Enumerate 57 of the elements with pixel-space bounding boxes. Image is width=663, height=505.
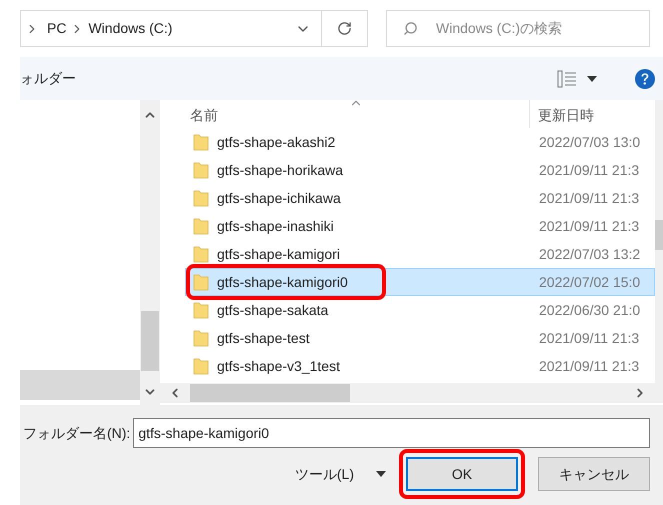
modified-date: 2021/09/11 21:3 <box>538 216 640 236</box>
column-header[interactable]: 更新日時 <box>538 105 594 126</box>
horizontal-scrollbar[interactable] <box>160 383 663 403</box>
folder-icon <box>193 217 209 235</box>
tools-button[interactable]: ツール(L) <box>294 464 386 484</box>
folder-name-field[interactable]: gtfs-shape-kamigori0 <box>133 418 650 448</box>
file-name: gtfs-shape-horikawa <box>217 160 344 180</box>
file-row[interactable]: gtfs-shape-inashiki 2021/09/11 21:3 <box>185 212 655 240</box>
file-name: gtfs-shape-v3_1test <box>217 356 340 376</box>
file-name: gtfs-shape-kamigori0 <box>217 272 348 292</box>
modified-date: 2021/09/11 21:3 <box>538 160 640 180</box>
caret-icon <box>376 471 386 477</box>
refresh-icon <box>337 21 352 36</box>
dialog-button[interactable]: OK <box>406 457 518 491</box>
folder-icon <box>193 245 209 263</box>
details-view-icon[interactable] <box>557 70 577 88</box>
file-name: gtfs-shape-ichikawa <box>217 188 341 208</box>
dialog-button[interactable]: キャンセル <box>538 457 650 491</box>
file-row[interactable]: gtfs-shape-horikawa 2021/09/11 21:3 <box>185 156 655 184</box>
breadcrumb-item[interactable]: PC <box>47 18 66 39</box>
file-row[interactable]: gtfs-shape-kamigori 2022/07/03 13:2 <box>185 240 655 268</box>
folder-icon <box>193 273 209 291</box>
modified-date: 2021/09/11 21:3 <box>538 356 640 376</box>
file-row[interactable]: gtfs-shape-v3_1test 2021/09/11 21:3 <box>185 352 655 380</box>
search-field[interactable]: Windows (C:)の検索 <box>386 10 650 47</box>
folder-icon <box>193 161 209 179</box>
modified-date: 2022/07/03 13:0 <box>538 132 640 152</box>
file-name: gtfs-shape-inashiki <box>217 216 334 236</box>
scrollbar-thumb[interactable] <box>141 311 159 371</box>
modified-date: 2021/09/11 21:3 <box>538 188 640 208</box>
search-icon <box>403 21 418 36</box>
file-row[interactable]: gtfs-shape-sakata 2022/06/30 21:0 <box>185 296 655 324</box>
file-row[interactable]: gtfs-shape-test 2021/09/11 21:3 <box>185 324 655 352</box>
column-header[interactable]: 名前 <box>190 105 218 126</box>
scrollbar[interactable] <box>140 100 160 405</box>
file-row[interactable]: gtfs-shape-akashi2 2022/07/03 13:0 <box>185 128 655 156</box>
breadcrumb-item[interactable]: Windows (C:) <box>88 18 172 39</box>
folder-icon <box>193 189 209 207</box>
file-name: gtfs-shape-kamigori <box>217 244 340 264</box>
modified-date: 2022/07/02 15:0 <box>538 272 640 292</box>
file-row[interactable]: gtfs-shape-ichikawa 2021/09/11 21:3 <box>185 184 655 212</box>
modified-date: 2021/09/11 21:3 <box>538 328 640 348</box>
folder-icon <box>193 329 209 347</box>
help-icon[interactable] <box>635 68 655 88</box>
new-folder-button[interactable]: ォルダー <box>20 68 76 89</box>
folder-icon <box>193 133 209 151</box>
modified-date: 2022/06/30 21:0 <box>538 300 640 320</box>
file-name: gtfs-shape-akashi2 <box>217 132 336 152</box>
modified-date: 2022/07/03 13:2 <box>538 244 640 264</box>
scrollbar-thumb[interactable] <box>655 220 663 250</box>
caret-icon[interactable] <box>587 76 597 82</box>
folder-name-label: フォルダー名(N): <box>23 424 130 443</box>
file-name: gtfs-shape-sakata <box>217 300 328 320</box>
file-name: gtfs-shape-test <box>217 328 310 348</box>
file-row[interactable]: gtfs-shape-kamigori0 2022/07/02 15:0 <box>185 268 655 296</box>
folder-icon <box>193 357 209 375</box>
folder-icon <box>193 301 209 319</box>
